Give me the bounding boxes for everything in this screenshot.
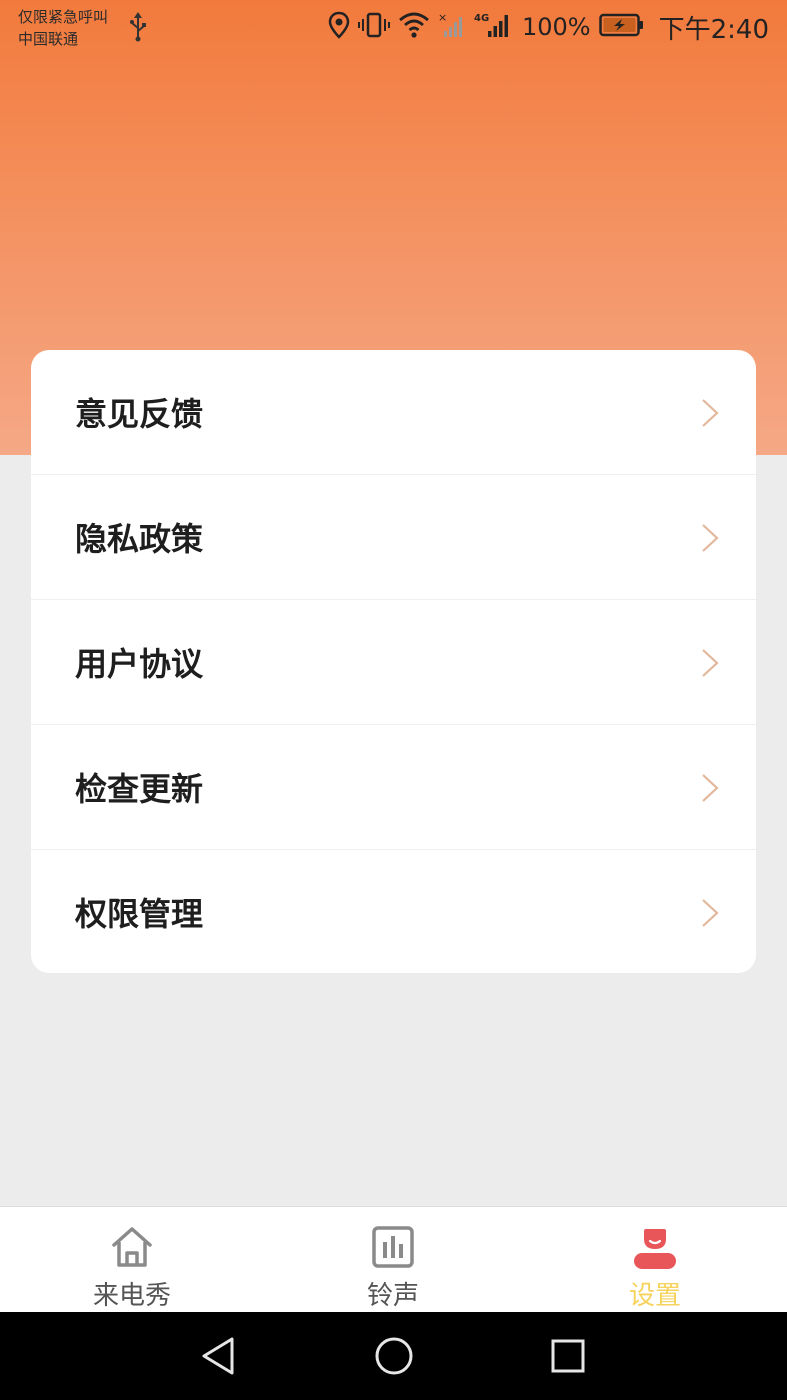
carrier-line-1: 仅限紧急呼叫	[18, 8, 109, 26]
settings-menu-card: 意见反馈 隐私政策 用户协议 检查更新 权限管理	[31, 350, 756, 973]
user-icon	[632, 1225, 678, 1277]
wifi-icon	[398, 11, 430, 43]
location-icon	[328, 11, 350, 43]
home-circle-icon[interactable]	[374, 1336, 414, 1380]
usb-icon	[128, 12, 148, 46]
menu-item-feedback[interactable]: 意见反馈	[31, 350, 756, 475]
menu-item-label: 隐私政策	[75, 520, 204, 558]
chevron-right-icon	[702, 524, 719, 552]
tab-label: 设置	[628, 1281, 681, 1311]
tab-caller-show[interactable]: 来电秀	[32, 1207, 232, 1313]
system-navigation-bar	[0, 1312, 787, 1400]
signal-4g-icon: 4G	[474, 11, 512, 43]
menu-item-label: 权限管理	[75, 895, 204, 933]
battery-charging-icon	[598, 12, 645, 42]
carrier-info: 仅限紧急呼叫 中国联通	[18, 6, 108, 50]
tab-settings[interactable]: 设置	[555, 1207, 755, 1313]
tab-ringtone[interactable]: 铃声	[293, 1207, 493, 1313]
menu-item-label: 检查更新	[75, 770, 204, 808]
clock: 下午2:40	[658, 14, 769, 45]
menu-item-permission-management[interactable]: 权限管理	[31, 850, 756, 973]
menu-item-check-update[interactable]: 检查更新	[31, 725, 756, 850]
status-bar: 仅限紧急呼叫 中国联通 × 4G 100% 下午2:40	[0, 0, 787, 56]
tab-label: 来电秀	[92, 1281, 171, 1311]
tab-label: 铃声	[366, 1281, 419, 1311]
bar-chart-icon	[371, 1225, 415, 1273]
back-icon[interactable]	[200, 1336, 236, 1380]
chevron-right-icon	[702, 649, 719, 677]
menu-item-label: 用户协议	[75, 645, 204, 683]
chevron-right-icon	[702, 399, 719, 427]
chevron-right-icon	[702, 899, 719, 927]
carrier-line-2: 中国联通	[18, 30, 79, 48]
chevron-right-icon	[702, 774, 719, 802]
svg-text:×: ×	[438, 11, 447, 24]
signal-none-icon: ×	[438, 11, 466, 43]
menu-item-user-agreement[interactable]: 用户协议	[31, 600, 756, 725]
network-type-label: 4G	[474, 13, 489, 24]
recents-icon[interactable]	[550, 1336, 586, 1380]
bottom-tab-bar: 来电秀 铃声 设置	[0, 1206, 787, 1313]
menu-item-label: 意见反馈	[75, 395, 204, 433]
status-icons: × 4G 100% 下午2:40	[328, 10, 769, 45]
battery-percentage: 100%	[521, 13, 591, 41]
home-icon	[110, 1225, 154, 1273]
menu-item-privacy-policy[interactable]: 隐私政策	[31, 475, 756, 600]
vibrate-icon	[357, 11, 390, 43]
